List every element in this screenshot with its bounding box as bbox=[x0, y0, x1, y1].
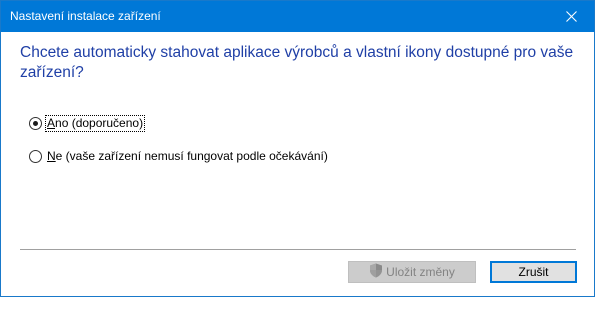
option-yes-accel: A bbox=[47, 116, 56, 130]
question-heading: Chcete automaticky stahovat aplikace výr… bbox=[20, 44, 574, 81]
title-bar: Nastavení instalace zařízení bbox=[1, 1, 594, 32]
save-changes-button[interactable]: Uložit změny bbox=[348, 261, 476, 283]
cancel-label: Zrušit bbox=[518, 265, 549, 279]
footer-separator bbox=[20, 249, 576, 250]
radio-no[interactable] bbox=[29, 150, 42, 163]
option-yes-label[interactable]: Ano (doporučeno) bbox=[44, 115, 146, 132]
close-button[interactable] bbox=[548, 1, 594, 32]
close-icon bbox=[565, 11, 577, 22]
option-yes-text: no (doporučeno) bbox=[55, 116, 144, 130]
radio-selected-dot bbox=[33, 121, 38, 126]
option-no-label[interactable]: Ne (vaše zařízení nemusí fungovat podle … bbox=[46, 149, 329, 164]
cancel-button[interactable]: Zrušit bbox=[490, 261, 577, 283]
save-changes-label: Uložit změny bbox=[386, 265, 455, 279]
option-yes[interactable]: Ano (doporučeno) bbox=[29, 115, 146, 132]
dialog-window: Nastavení instalace zařízení Chcete auto… bbox=[0, 0, 595, 297]
option-no[interactable]: Ne (vaše zařízení nemusí fungovat podle … bbox=[29, 149, 329, 164]
option-no-text: e (vaše zařízení nemusí fungovat podle o… bbox=[55, 149, 328, 163]
radio-yes[interactable] bbox=[29, 117, 42, 130]
window-title: Nastavení instalace zařízení bbox=[10, 9, 161, 23]
option-no-accel: N bbox=[47, 149, 56, 163]
uac-shield-icon bbox=[369, 263, 383, 281]
